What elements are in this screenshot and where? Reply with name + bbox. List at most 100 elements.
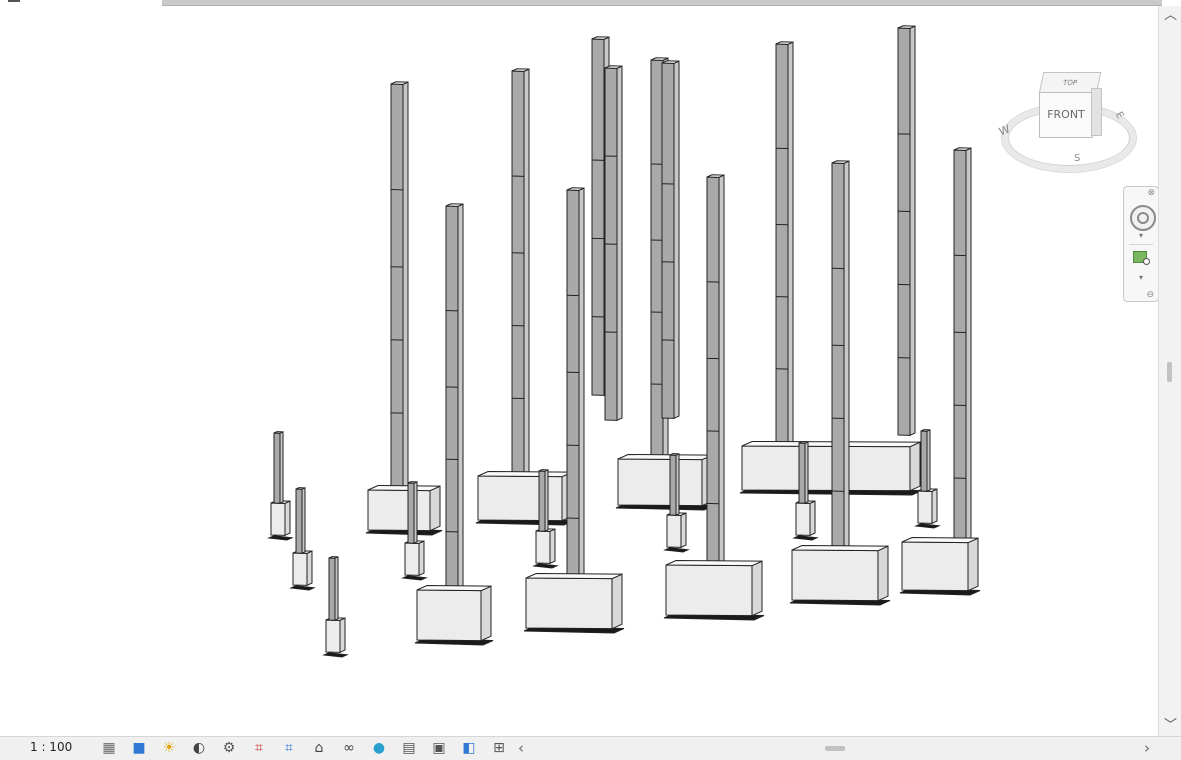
crop-view-icon[interactable]: ⌗: [250, 740, 268, 756]
temporary-hide-isolate-icon[interactable]: ∞: [340, 740, 358, 756]
reveal-hidden-elements-icon[interactable]: ●: [370, 740, 388, 756]
footing-side-face[interactable]: [910, 442, 920, 491]
footing-side-face[interactable]: [430, 486, 440, 531]
column-side-face[interactable]: [788, 42, 793, 445]
column-side-face[interactable]: [844, 161, 849, 568]
footing-top-face[interactable]: [478, 472, 572, 477]
pier-side-face[interactable]: [280, 432, 283, 503]
pier-top-face[interactable]: [296, 488, 305, 490]
footing-front-face[interactable]: [368, 490, 430, 531]
footing-side-face[interactable]: [968, 538, 978, 591]
pier-side-face[interactable]: [414, 482, 417, 543]
footing-front-face[interactable]: [271, 503, 285, 535]
footing-front-face[interactable]: [918, 491, 932, 523]
column-front-face[interactable]: [567, 190, 579, 595]
vertical-scrollbar[interactable]: ︿ ﹀: [1158, 6, 1181, 736]
pier-side-face[interactable]: [805, 442, 808, 503]
pier-side-face[interactable]: [335, 557, 338, 620]
footing-side-face[interactable]: [810, 501, 815, 535]
footing-side-face[interactable]: [481, 586, 491, 641]
column-side-face[interactable]: [524, 69, 529, 475]
column-side-face[interactable]: [719, 175, 724, 580]
footing-side-face[interactable]: [285, 501, 290, 535]
column-side-face[interactable]: [458, 204, 463, 608]
column-front-face[interactable]: [391, 84, 403, 490]
column-side-face[interactable]: [579, 188, 584, 595]
footing-side-face[interactable]: [752, 561, 762, 616]
footing-top-face[interactable]: [526, 574, 622, 579]
column-front-face[interactable]: [776, 44, 788, 445]
footing-front-face[interactable]: [742, 446, 910, 491]
footing-front-face[interactable]: [792, 550, 878, 601]
footing-base-shadow[interactable]: [269, 536, 292, 540]
highlight-displacement-icon[interactable]: ⊞: [490, 740, 508, 756]
footing-front-face[interactable]: [405, 543, 419, 575]
pier-top-face[interactable]: [274, 432, 283, 434]
horizontal-scroll-thumb[interactable]: [825, 746, 845, 751]
footing-base-shadow[interactable]: [534, 564, 557, 568]
footing-front-face[interactable]: [326, 620, 340, 652]
viewcube[interactable]: TOP FRONT W E S: [996, 66, 1136, 176]
column-front-face[interactable]: [662, 63, 674, 418]
footing-base-shadow[interactable]: [403, 576, 426, 580]
footing-front-face[interactable]: [667, 515, 681, 547]
column-front-face[interactable]: [651, 60, 663, 460]
footing-base-shadow[interactable]: [794, 536, 817, 540]
footing-side-face[interactable]: [550, 529, 555, 563]
sun-path-icon[interactable]: ☀: [160, 740, 178, 756]
footing-top-face[interactable]: [417, 586, 491, 591]
shadows-icon[interactable]: ◐: [190, 740, 208, 756]
footing-front-face[interactable]: [902, 542, 968, 591]
temporary-view-properties-icon[interactable]: ▤: [400, 740, 418, 756]
show-crop-region-icon[interactable]: ⌗: [280, 740, 298, 756]
pier-top-face[interactable]: [539, 470, 548, 472]
chevron-down-icon[interactable]: ▾: [1124, 231, 1158, 240]
footing-side-face[interactable]: [419, 541, 424, 575]
visual-style-icon[interactable]: ■: [130, 740, 148, 756]
pier-front-face[interactable]: [274, 433, 280, 503]
analytical-model-icon[interactable]: ◧: [460, 740, 478, 756]
steering-wheel-icon[interactable]: [1130, 205, 1156, 231]
worksharing-display-icon[interactable]: ▣: [430, 740, 448, 756]
pier-front-face[interactable]: [408, 483, 414, 543]
footing-top-face[interactable]: [742, 442, 920, 447]
column-front-face[interactable]: [832, 163, 844, 568]
scroll-left-button[interactable]: ‹: [518, 739, 524, 757]
pier-front-face[interactable]: [799, 443, 805, 503]
footing-front-face[interactable]: [536, 531, 550, 563]
scroll-right-button[interactable]: ›: [1144, 739, 1150, 757]
footing-top-face[interactable]: [666, 561, 762, 566]
footing-base-shadow[interactable]: [916, 524, 939, 528]
column-front-face[interactable]: [898, 28, 910, 435]
footing-front-face[interactable]: [666, 565, 752, 616]
footing-top-face[interactable]: [792, 546, 888, 551]
pier-top-face[interactable]: [799, 442, 808, 444]
footing-front-face[interactable]: [526, 578, 612, 629]
column-front-face[interactable]: [707, 177, 719, 580]
pier-top-face[interactable]: [921, 430, 930, 432]
pier-side-face[interactable]: [676, 454, 679, 515]
pier-top-face[interactable]: [670, 454, 679, 456]
footing-side-face[interactable]: [612, 574, 622, 629]
column-front-face[interactable]: [446, 206, 458, 608]
footing-top-face[interactable]: [368, 486, 440, 491]
footing-base-shadow[interactable]: [665, 548, 688, 552]
detail-level-icon[interactable]: ▦: [100, 740, 118, 756]
pier-side-face[interactable]: [545, 470, 548, 531]
footing-top-face[interactable]: [902, 538, 978, 543]
footing-front-face[interactable]: [796, 503, 810, 535]
pier-front-face[interactable]: [329, 558, 335, 620]
scroll-down-button[interactable]: ﹀: [1159, 716, 1181, 736]
minimize-icon[interactable]: ⊖: [1146, 290, 1154, 300]
viewcube-right-face[interactable]: [1091, 88, 1102, 136]
chevron-down-icon[interactable]: ▾: [1124, 273, 1158, 282]
column-side-face[interactable]: [910, 26, 915, 435]
footing-front-face[interactable]: [293, 553, 307, 585]
render-dialog-icon[interactable]: ⚙: [220, 740, 238, 756]
footing-side-face[interactable]: [307, 551, 312, 585]
column-front-face[interactable]: [512, 71, 524, 475]
3d-view-canvas[interactable]: TOP FRONT W E S ⊗ ▾ ▾ ⊖: [0, 6, 1158, 736]
column-side-face[interactable]: [966, 148, 971, 555]
scroll-thumb[interactable]: [1167, 362, 1172, 382]
pier-side-face[interactable]: [927, 430, 930, 491]
